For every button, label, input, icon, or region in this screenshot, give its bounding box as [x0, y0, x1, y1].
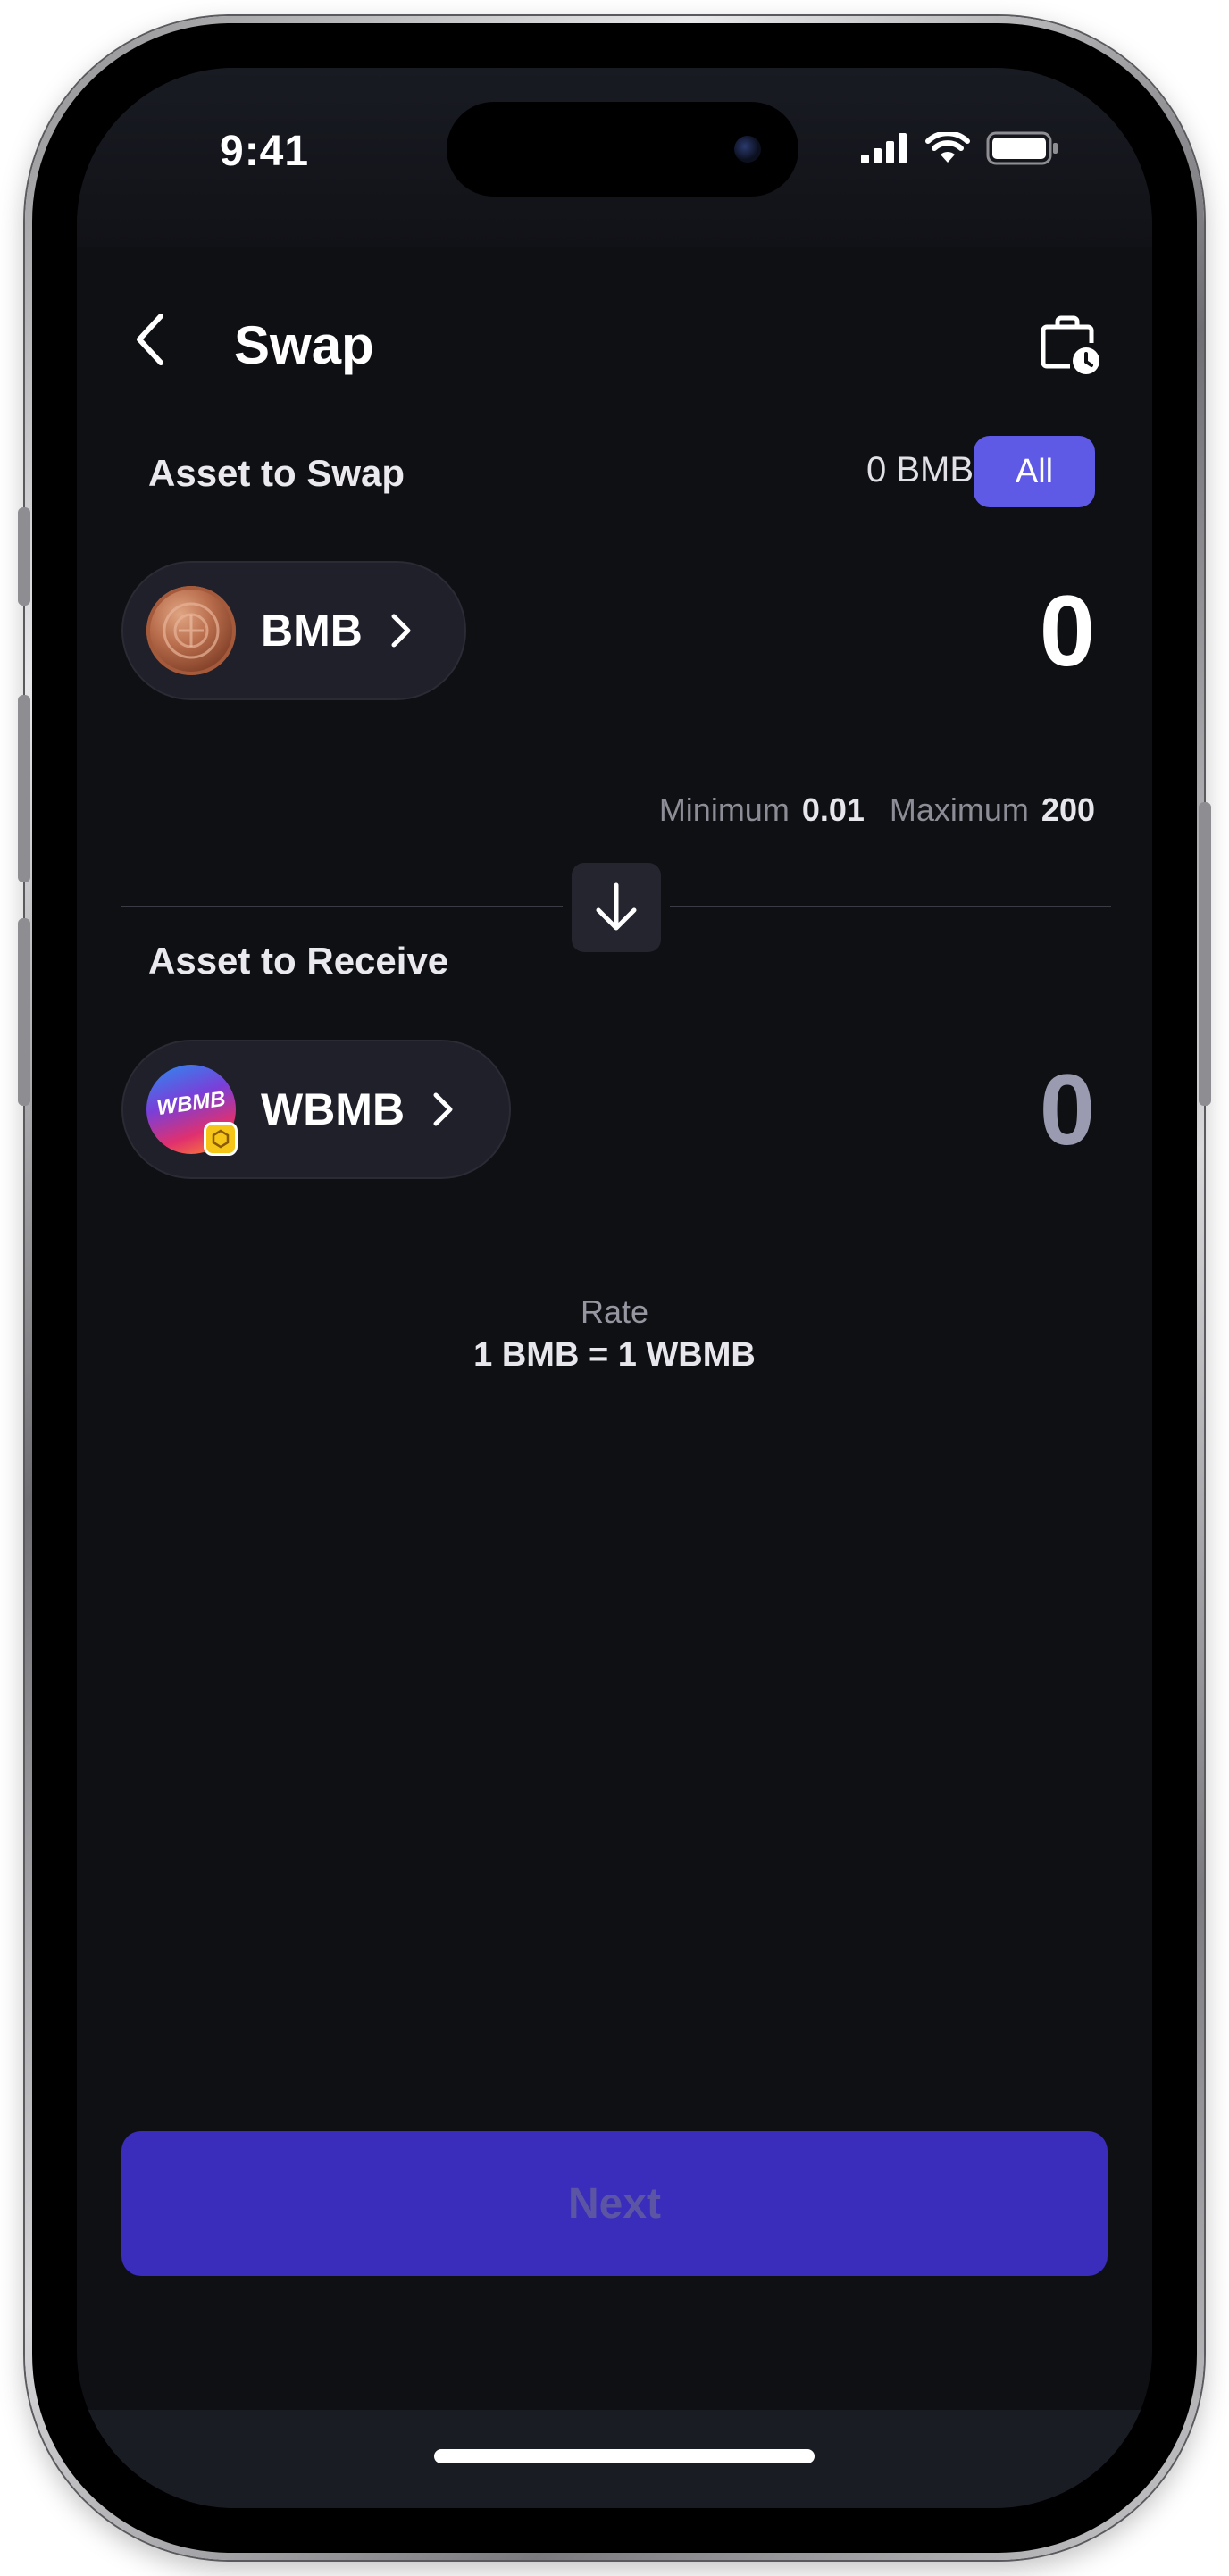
wbmb-token-logo: WBMB: [146, 1065, 238, 1156]
swap-limits: Minimum 0.01 Maximum 200: [659, 791, 1095, 829]
swap-direction-button[interactable]: [572, 863, 661, 952]
cellular-signal-icon: [861, 133, 907, 163]
rate-value: 1 BMB = 1 WBMB: [473, 1336, 756, 1374]
chevron-right-icon: [391, 614, 411, 648]
maximum-value: 200: [1041, 791, 1095, 828]
bottom-safe-area: [77, 2410, 1152, 2508]
phone-frame: 9:41 Swap Asset to Swap 0 BMB All BMB 0 …: [18, 16, 1211, 2560]
status-time: 9:41: [220, 128, 310, 175]
bmb-token-logo: [146, 586, 236, 675]
history-button[interactable]: [1034, 309, 1106, 381]
to-amount-display: 0: [1039, 1054, 1095, 1166]
rate-label: Rate: [580, 1293, 649, 1330]
minimum-value: 0.01: [801, 791, 865, 828]
from-token-selector[interactable]: BMB: [121, 561, 466, 700]
dynamic-island: [447, 102, 798, 197]
from-token-chevron: [389, 613, 413, 648]
volume-up-button: [18, 695, 30, 882]
chain-badge-icon: [204, 1122, 238, 1156]
chevron-left-icon: [137, 314, 163, 365]
from-balance: 0 BMB: [865, 450, 974, 489]
minimum-label: Minimum: [658, 791, 790, 828]
all-button[interactable]: All: [974, 436, 1095, 507]
page-title: Swap: [234, 315, 374, 375]
wbmb-logo-text: WBMB: [155, 1086, 228, 1121]
wifi-icon: [925, 132, 970, 163]
status-bar: 9:41: [77, 68, 1152, 247]
screen: 9:41 Swap Asset to Swap 0 BMB All BMB 0 …: [77, 68, 1152, 2508]
back-button[interactable]: [123, 304, 177, 375]
bmb-coin-emblem-icon: [163, 602, 220, 659]
to-token-chevron: [431, 1091, 455, 1127]
from-amount-input[interactable]: 0: [1040, 573, 1095, 689]
to-token-selector[interactable]: WBMB WBMB: [121, 1040, 511, 1179]
chevron-right-icon: [433, 1092, 453, 1126]
app-header: Swap: [77, 247, 1152, 381]
asset-to-swap-label: Asset to Swap: [148, 452, 405, 494]
phone-bezel: 9:41 Swap Asset to Swap 0 BMB All BMB 0 …: [32, 23, 1197, 2553]
divider-right: [670, 906, 1111, 907]
battery-icon: [986, 131, 1058, 165]
power-button: [1199, 802, 1211, 1106]
next-button[interactable]: Next: [121, 2131, 1108, 2276]
asset-to-receive-label: Asset to Receive: [148, 940, 449, 982]
to-token-name: WBMB: [261, 1084, 405, 1134]
status-icons: [861, 130, 1059, 166]
volume-down-button: [18, 918, 30, 1106]
divider-left: [121, 906, 563, 907]
maximum-label: Maximum: [889, 791, 1029, 828]
from-token-name: BMB: [261, 606, 363, 656]
home-indicator[interactable]: [434, 2449, 815, 2463]
bag-clock-icon: [1041, 315, 1099, 374]
front-camera: [734, 136, 761, 163]
arrow-down-icon: [596, 882, 637, 931]
action-button: [18, 507, 30, 606]
